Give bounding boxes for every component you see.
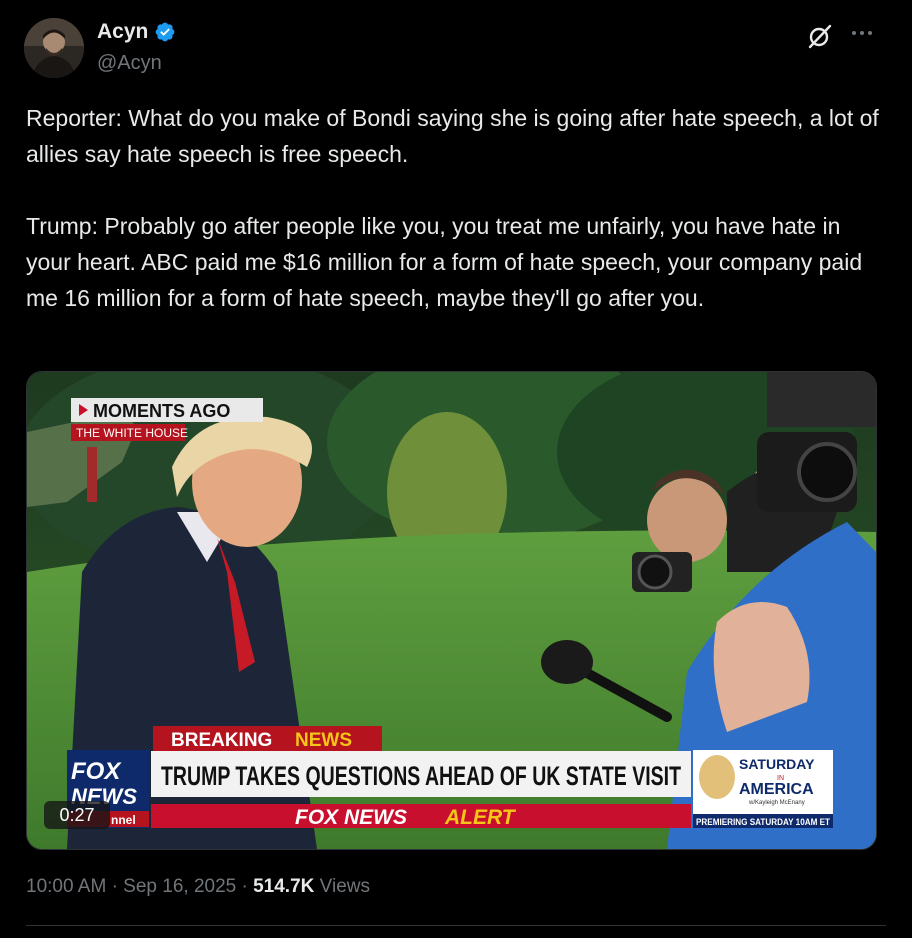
avatar[interactable]	[24, 18, 84, 78]
meta-separator: ·	[111, 876, 124, 897]
more-button[interactable]	[848, 22, 876, 44]
verified-badge-icon	[155, 22, 175, 42]
promo-box: SATURDAY IN AMERICA w/Kayleigh McEnany P…	[693, 750, 833, 828]
tweet-text: Reporter: What do you make of Bondi sayi…	[26, 105, 879, 311]
moments-ago-label: MOMENTS AGO	[93, 401, 230, 421]
author-name[interactable]: Acyn	[97, 20, 148, 44]
divider	[26, 925, 886, 926]
promo-time: PREMIERING SATURDAY 10AM ET	[696, 817, 830, 827]
promo-title-1: SATURDAY	[739, 756, 815, 772]
logo-fox: FOX	[71, 758, 122, 785]
video-duration: 0:27	[44, 801, 110, 829]
video-player[interactable]: MOMENTS AGO THE WHITE HOUSE BREAKING NEW…	[26, 371, 877, 850]
meta-separator: ·	[241, 876, 254, 897]
video-frame: MOMENTS AGO THE WHITE HOUSE BREAKING NEW…	[27, 372, 876, 849]
tweet-time[interactable]: 10:00 AM	[26, 876, 106, 897]
headline-text: TRUMP TAKES QUESTIONS AHEAD OF UK STATE …	[161, 761, 681, 791]
promo-host: w/Kayleigh McEnany	[748, 800, 805, 806]
grok-button[interactable]	[806, 22, 834, 50]
breaking-news-banner: BREAKING NEWS	[153, 726, 382, 751]
promo-title-2: AMERICA	[739, 781, 814, 798]
logo-channel: nnel	[111, 813, 136, 827]
author-name-row: Acyn	[97, 20, 176, 44]
views-count: 514.7K	[253, 876, 315, 897]
headline-bar: TRUMP TAKES QUESTIONS AHEAD OF UK STATE …	[151, 751, 691, 829]
author-handle[interactable]: @Acyn	[97, 52, 162, 75]
tweet-date[interactable]: Sep 16, 2025	[123, 876, 236, 897]
alert-word: ALERT	[444, 806, 517, 829]
location-label: THE WHITE HOUSE	[76, 426, 188, 440]
alert-fox: FOX NEWS	[295, 806, 407, 829]
news-label: NEWS	[295, 730, 352, 751]
tweet-meta: 10:00 AM · Sep 16, 2025 · 514.7K Views	[26, 876, 370, 898]
more-icon	[852, 31, 872, 35]
grok-icon	[808, 24, 832, 49]
avatar-icon	[24, 18, 84, 78]
views-label: Views	[319, 876, 371, 897]
breaking-label: BREAKING	[171, 730, 272, 751]
